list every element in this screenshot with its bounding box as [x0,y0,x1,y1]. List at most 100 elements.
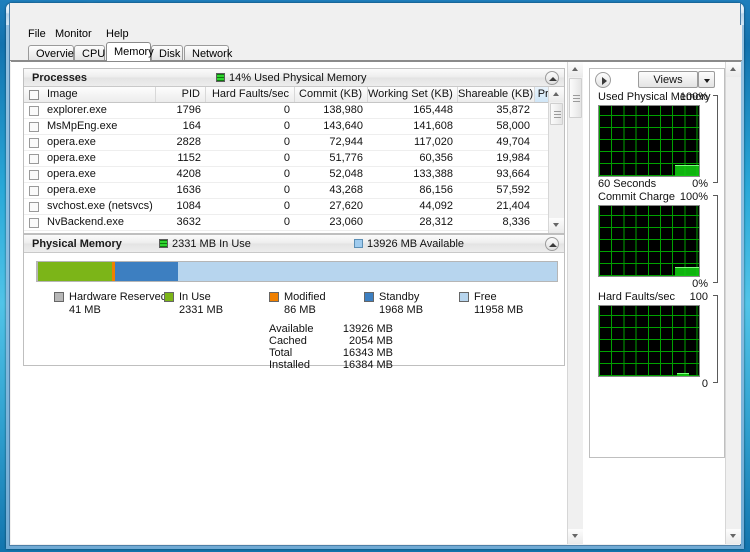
scroll-up-arrow[interactable] [568,62,583,77]
cell-working: 133,388 [413,168,453,180]
graph-series-line [675,165,699,166]
tab-overview[interactable]: Overview [28,45,82,61]
physical-memory-collapse-button[interactable] [545,237,559,251]
column-header-pid[interactable]: PID [156,87,206,102]
memory-segment-standby [115,262,178,281]
tab-network[interactable]: Network [184,45,232,61]
cell-working: 60,356 [419,152,453,164]
views-dropdown-button[interactable] [698,71,715,88]
scroll-down-arrow[interactable] [568,529,583,544]
cell-image: opera.exe [47,168,96,180]
cell-shareable: 49,704 [496,136,530,148]
tab-cpu[interactable]: CPU [74,45,105,61]
menu-item-help[interactable]: Help [100,27,135,41]
cell-shareable: 19,984 [496,152,530,164]
cell-faults: 0 [283,152,290,164]
hard-faults-graph: Hard Faults/sec 100 0 [590,291,724,390]
table-row[interactable]: explorer.exe17960138,980165,44835,872129… [24,103,564,119]
physical-memory-panel-header[interactable]: Physical Memory 2331 MB In Use 13926 MB … [24,235,564,253]
processes-scroll-up-arrow[interactable] [549,87,564,102]
legend-label: Modified [284,291,326,303]
processes-collapse-button[interactable] [545,71,559,85]
cell-shareable: 35,872 [496,104,530,116]
table-row[interactable]: svchost.exe (netsvcs) 1084 0 27,620 44,092 21… [24,199,564,215]
legend-value: 86 MB [284,304,316,316]
graph-time-label: 60 Seconds [598,178,657,190]
legend-value: 1968 MB [379,304,424,316]
column-header-commit[interactable]: Commit (KB) [295,87,368,102]
graph-plot-area [598,105,700,177]
views-button[interactable]: Views [638,71,698,88]
column-header-shareable[interactable]: Shareable (KB) [458,87,535,102]
processes-scroll-thumb[interactable] [550,103,563,125]
tab-memory[interactable]: Memory [106,42,154,61]
column-header-image[interactable]: Image [24,87,156,102]
table-row[interactable]: opera.exe4208052,048133,38893,66439,724 [24,167,564,183]
right-pane-scrollbar[interactable] [725,62,741,544]
left-pane-scrollbar[interactable] [567,62,583,544]
detail-value: 16343 MB [342,347,393,359]
cell-commit: 23,060 [329,216,363,228]
graph-series-line [675,267,699,268]
cell-commit: 138,980 [323,104,363,116]
memory-segment-in-use [38,262,113,281]
cell-working: 165,448 [413,104,453,116]
processes-title: Processes [32,72,88,84]
cell-working: 30,572 [368,231,458,233]
processes-table: Image PID Hard Faults/sec Commit (KB) Workin… [24,87,564,233]
column-header-faults[interactable]: Hard Faults/sec [206,87,295,102]
cell-faults: 0 [283,120,290,132]
cell-shareable: 10,936 [458,231,535,233]
expand-pane-button[interactable] [595,72,611,88]
cell-shareable: 93,664 [496,168,530,180]
right-scroll-down-arrow[interactable] [726,529,741,544]
cell-image: MsMpEng.exe [47,120,118,132]
graph-max-label: 100% [679,91,708,103]
processes-scroll-down-arrow[interactable] [549,218,564,233]
table-row[interactable]: opera.exe2828072,944117,02049,70467,316 [24,135,564,151]
available-swatch [354,239,363,248]
processes-panel-header[interactable]: Processes 14% Used Physical Memory [24,69,564,87]
cell-shareable: 58,000 [496,120,530,132]
graph-series-fill [675,166,699,176]
tab-disk[interactable]: Disk [151,45,183,61]
legend-swatch [459,292,469,302]
legend-label: Hardware Reserved [69,291,167,303]
cell-pid: 164 [182,120,201,132]
cell-commit: 21,676 [295,231,368,233]
cell-shareable: 21,404 [496,200,530,212]
cell-pid: 1796 [176,104,201,116]
legend-value: 41 MB [69,304,101,316]
used-physical-memory-graph: Used Physical Memory 100% 0% 60 Seconds [590,91,724,190]
table-row[interactable]: NvStreamUserAgent.exe3400021,67630,57210… [24,231,564,233]
cell-shareable: 57,592 [496,184,530,196]
detail-label: Available [269,323,314,335]
graph-max-label: 100 [689,291,708,303]
menu-item-file[interactable]: File [22,27,52,41]
cell-pid: 3400 [156,231,206,233]
graph-min-label: 0% [692,178,708,190]
memory-segment-free [177,262,557,281]
cell-image: NvBackend.exe [47,216,125,228]
cell-faults: 0 [283,200,290,212]
graph-plot-area [598,305,700,377]
cell-faults: 0 [283,168,290,180]
table-row[interactable]: opera.exe1152051,77660,35619,98440,372 [24,151,564,167]
right-scroll-up-arrow[interactable] [726,62,741,77]
cell-commit: 27,620 [329,200,363,212]
column-header-working[interactable]: Working Set (KB) [368,87,458,102]
processes-table-scrollbar[interactable] [548,87,564,233]
menu-item-monitor[interactable]: Monitor [49,27,98,41]
scroll-thumb[interactable] [569,78,582,118]
graph-title: Hard Faults/sec [598,291,676,303]
legend-label: Free [474,291,497,303]
cell-commit: 143,640 [323,120,363,132]
cell-pid: 2828 [176,136,201,148]
table-row[interactable]: MsMpEng.exe1640143,640141,60858,00083,60… [24,119,564,135]
table-row[interactable]: opera.exe1636043,26886,15657,59228,564 [24,183,564,199]
processes-panel: Processes 14% Used Physical Memory Image… [23,68,565,234]
graph-plot-area [598,205,700,277]
graph-axis-bracket [713,95,718,183]
table-row[interactable]: NvBackend.exe3632023,06028,3128,33619,97… [24,215,564,231]
cell-pid: 1152 [177,152,201,164]
